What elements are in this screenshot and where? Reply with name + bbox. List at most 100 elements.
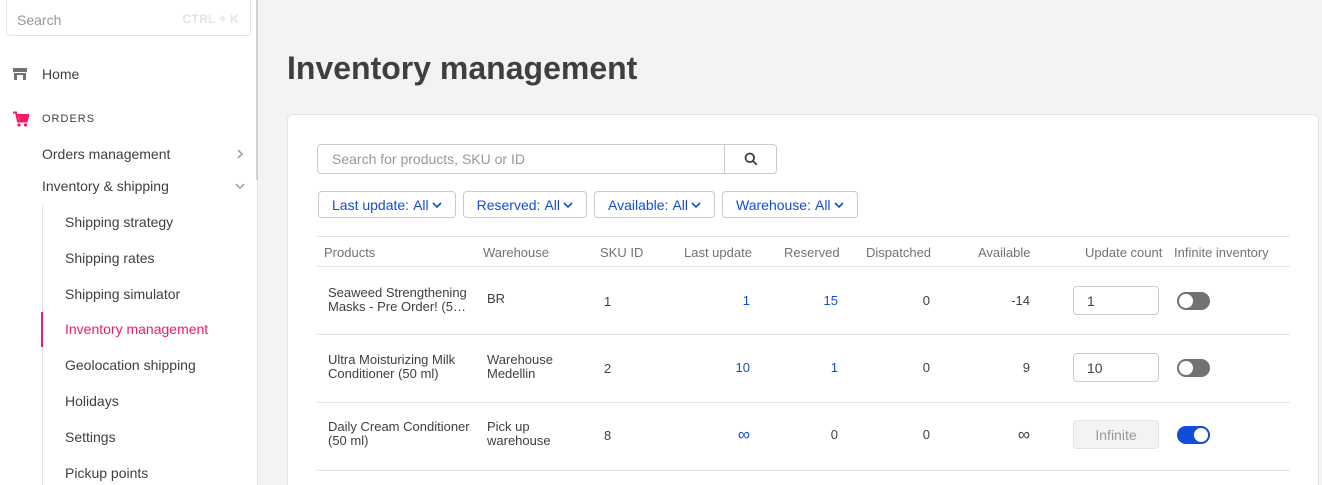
sku-id: 8 [604, 428, 612, 443]
sidebar-search-input[interactable]: Search CTRL + K [6, 0, 251, 36]
sidebar-item-orders-management[interactable]: Orders management [42, 144, 247, 164]
product-name[interactable]: Ultra Moisturizing Milk Conditioner (50 … [328, 353, 473, 381]
chevron-down-icon [833, 201, 844, 208]
product-name-line: (50 ml) [328, 434, 369, 448]
sidebar-item-label: Inventory & shipping [42, 178, 169, 194]
table-row: Seaweed Strengthening Masks - Pre Order!… [317, 267, 1290, 335]
chevron-down-icon [563, 201, 573, 208]
sidebar-subitem-shipping-rates[interactable]: Shipping rates [65, 250, 155, 266]
sidebar-item-label: Orders management [42, 146, 171, 162]
filter-bar: Last update: All Reserved: All Available… [318, 191, 858, 218]
infinite-inventory-toggle[interactable] [1177, 426, 1210, 444]
warehouse-line: Pick up [487, 419, 530, 434]
product-search-input[interactable] [318, 145, 724, 173]
product-name-line: Daily Cream Conditioner [328, 420, 470, 434]
toggle-knob [1194, 428, 1208, 442]
sidebar: Search CTRL + K Home ORDERS Orders manag… [0, 0, 258, 485]
product-name-line: Conditioner (50 ml) [328, 367, 439, 381]
active-indicator [41, 312, 43, 347]
dispatched-value: 0 [922, 293, 930, 308]
available-value: ∞ [1017, 425, 1030, 444]
last-update-value[interactable]: ∞ [710, 425, 750, 445]
sidebar-scrollbar[interactable] [256, 0, 258, 180]
cart-icon [13, 111, 29, 127]
column-header-products[interactable]: Products [324, 245, 375, 260]
filter-value: All [814, 196, 831, 213]
warehouse-line: BR [487, 291, 506, 306]
warehouse-line: warehouse [487, 433, 551, 448]
filter-value: All [413, 196, 429, 213]
product-name-line: Seaweed Strengthening [328, 286, 467, 300]
sidebar-subitem-geolocation-shipping[interactable]: Geolocation shipping [65, 357, 196, 373]
keyboard-shortcut-hint: CTRL + K [182, 12, 239, 26]
search-icon [744, 152, 757, 166]
sidebar-subitem-shipping-simulator[interactable]: Shipping simulator [65, 286, 180, 302]
column-header-warehouse[interactable]: Warehouse [483, 245, 549, 260]
available-value: 9 [1022, 360, 1030, 375]
filter-label: Available: [608, 196, 669, 213]
product-name-line: Masks - Pre Order! (50… [328, 300, 473, 314]
reserved-value: 0 [830, 427, 838, 442]
filter-label: Reserved: [476, 196, 541, 213]
sidebar-section-label: ORDERS [42, 113, 96, 125]
sidebar-subitem-pickup-points[interactable]: Pickup points [65, 465, 148, 481]
available-value: -14 [1011, 293, 1030, 308]
toggle-knob [1179, 361, 1193, 375]
sidebar-subitem-settings[interactable]: Settings [65, 429, 116, 445]
reserved-value[interactable]: 15 [798, 293, 838, 308]
sidebar-item-home[interactable]: Home [13, 64, 79, 84]
infinite-inventory-toggle[interactable] [1177, 359, 1210, 377]
inventory-table: Products Warehouse SKU ID Last update Re… [317, 236, 1290, 471]
chevron-down-icon [691, 201, 701, 208]
sidebar-item-inventory-shipping[interactable]: Inventory & shipping [42, 176, 247, 196]
filter-label: Last update: [332, 196, 410, 213]
product-name[interactable]: Daily Cream Conditioner (50 ml) [328, 420, 473, 448]
reserved-value[interactable]: 1 [798, 360, 838, 375]
update-count-input-disabled: Infinite [1073, 420, 1159, 449]
filter-label: Warehouse: [736, 196, 811, 213]
filter-reserved[interactable]: Reserved: All [462, 191, 587, 218]
chevron-right-icon [233, 147, 247, 161]
column-header-infinite-inventory[interactable]: Infinite inventory [1174, 245, 1269, 260]
column-header-sku-id[interactable]: SKU ID [600, 245, 643, 260]
chevron-down-icon [432, 201, 442, 208]
chevron-down-icon [233, 179, 247, 193]
sidebar-search-placeholder: Search [17, 12, 62, 28]
sidebar-section-orders[interactable]: ORDERS [13, 110, 95, 128]
table-header: Products Warehouse SKU ID Last update Re… [317, 236, 1290, 267]
sidebar-subitem-shipping-strategy[interactable]: Shipping strategy [65, 214, 173, 230]
warehouse-name: BR [487, 292, 577, 306]
product-search [317, 144, 777, 174]
sidebar-subitem-holidays[interactable]: Holidays [65, 393, 119, 409]
column-header-available[interactable]: Available [978, 245, 1031, 260]
table-row: Daily Cream Conditioner (50 ml) Pick up … [317, 403, 1290, 471]
store-icon [13, 68, 27, 80]
page-title: Inventory management [287, 50, 638, 86]
infinite-inventory-toggle[interactable] [1177, 292, 1210, 310]
inventory-card: Last update: All Reserved: All Available… [287, 114, 1319, 485]
filter-available[interactable]: Available: All [594, 191, 716, 218]
dispatched-value: 0 [922, 427, 930, 442]
sidebar-subitem-inventory-management[interactable]: Inventory management [65, 321, 208, 337]
column-header-last-update[interactable]: Last update [684, 245, 752, 260]
sku-id: 1 [604, 294, 612, 309]
dispatched-value: 0 [922, 360, 930, 375]
last-update-value[interactable]: 10 [710, 360, 750, 375]
sku-id: 2 [604, 361, 612, 376]
table-row: Ultra Moisturizing Milk Conditioner (50 … [317, 335, 1290, 403]
last-update-value[interactable]: 1 [710, 293, 750, 308]
column-header-dispatched[interactable]: Dispatched [866, 245, 931, 260]
update-count-input[interactable]: 1 [1073, 286, 1159, 315]
product-name[interactable]: Seaweed Strengthening Masks - Pre Order!… [328, 286, 473, 314]
warehouse-name: Warehouse Medellin [487, 353, 577, 381]
warehouse-line: Warehouse [487, 352, 553, 367]
column-header-update-count[interactable]: Update count [1085, 245, 1162, 260]
toggle-knob [1179, 294, 1193, 308]
warehouse-line: Medellin [487, 366, 536, 381]
search-button[interactable] [724, 145, 776, 173]
filter-value: All [672, 196, 689, 213]
filter-last-update[interactable]: Last update: All [318, 191, 456, 218]
filter-warehouse[interactable]: Warehouse: All [722, 191, 858, 218]
column-header-reserved[interactable]: Reserved [784, 245, 840, 260]
update-count-input[interactable]: 10 [1073, 353, 1159, 382]
